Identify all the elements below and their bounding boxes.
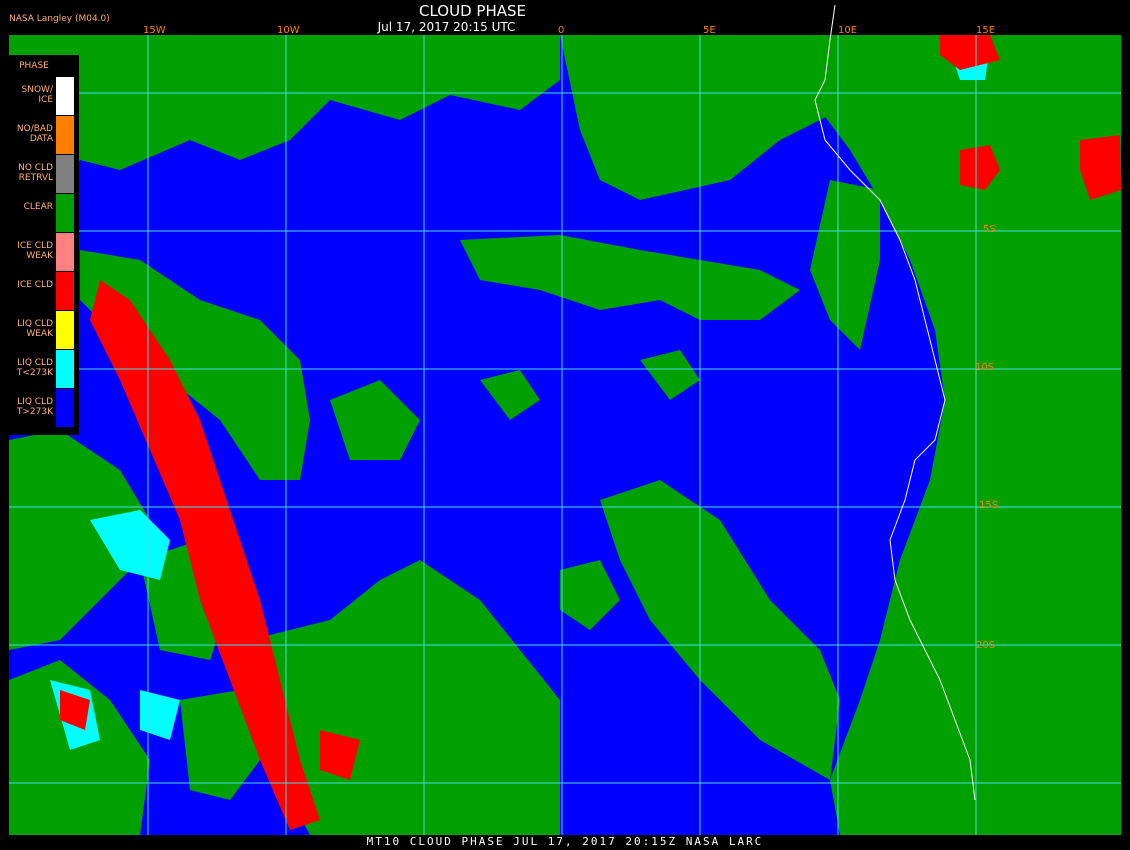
- legend-label: SNOW/ ICE: [21, 85, 53, 105]
- legend-label: LIQ CLD T>273K: [16, 397, 53, 417]
- lon-label-15e: 15E: [976, 25, 995, 36]
- legend-title: PHASE: [19, 61, 49, 71]
- lat-label-20s: 20S: [976, 640, 995, 651]
- legend-swatch: [56, 116, 74, 154]
- legend-label: NO CLD RETRVL: [18, 163, 53, 183]
- legend-swatch: [56, 389, 74, 427]
- legend-item: ICE CLD: [9, 272, 79, 310]
- legend-swatch: [56, 272, 74, 310]
- legend-swatch: [56, 194, 74, 232]
- cloud-phase-map: 15W 10W 0 5E 10E 15E 5S 10S 15S 20S: [9, 4, 1121, 835]
- map-title: CLOUD PHASE: [419, 2, 526, 20]
- legend-swatch: [56, 77, 74, 115]
- legend-label: LIQ CLD T<273K: [16, 358, 53, 378]
- legend-item: NO/BAD DATA: [9, 116, 79, 154]
- map-timestamp: Jul 17, 2017 20:15 UTC: [377, 20, 516, 34]
- legend-label: ICE CLD: [17, 280, 53, 290]
- legend-item: NO CLD RETRVL: [9, 155, 79, 193]
- lat-label-10s: 10S: [975, 362, 994, 373]
- legend-label: CLEAR: [23, 202, 53, 212]
- legend-swatch: [56, 233, 74, 271]
- legend-label: ICE CLD WEAK: [17, 241, 53, 261]
- legend-item: LIQ CLD WEAK: [9, 311, 79, 349]
- legend-swatch: [56, 155, 74, 193]
- phase-legend: PHASE SNOW/ ICE NO/BAD DATA NO CLD RETRVL C…: [9, 55, 79, 435]
- legend-item: LIQ CLD T<273K: [9, 350, 79, 388]
- legend-swatch: [56, 350, 74, 388]
- legend-item: LIQ CLD T>273K: [9, 389, 79, 427]
- lat-label-15s: 15S: [979, 500, 998, 511]
- legend-label: NO/BAD DATA: [16, 124, 53, 144]
- legend-item: ICE CLD WEAK: [9, 233, 79, 271]
- legend-item: CLEAR: [9, 194, 79, 232]
- footer-caption: MT10 CLOUD PHASE JUL 17, 2017 20:15Z NAS…: [366, 835, 764, 848]
- legend-label: LIQ CLD WEAK: [17, 319, 53, 339]
- lat-label-5s: 5S: [983, 224, 996, 235]
- legend-swatch: [56, 311, 74, 349]
- legend-item: SNOW/ ICE: [9, 77, 79, 115]
